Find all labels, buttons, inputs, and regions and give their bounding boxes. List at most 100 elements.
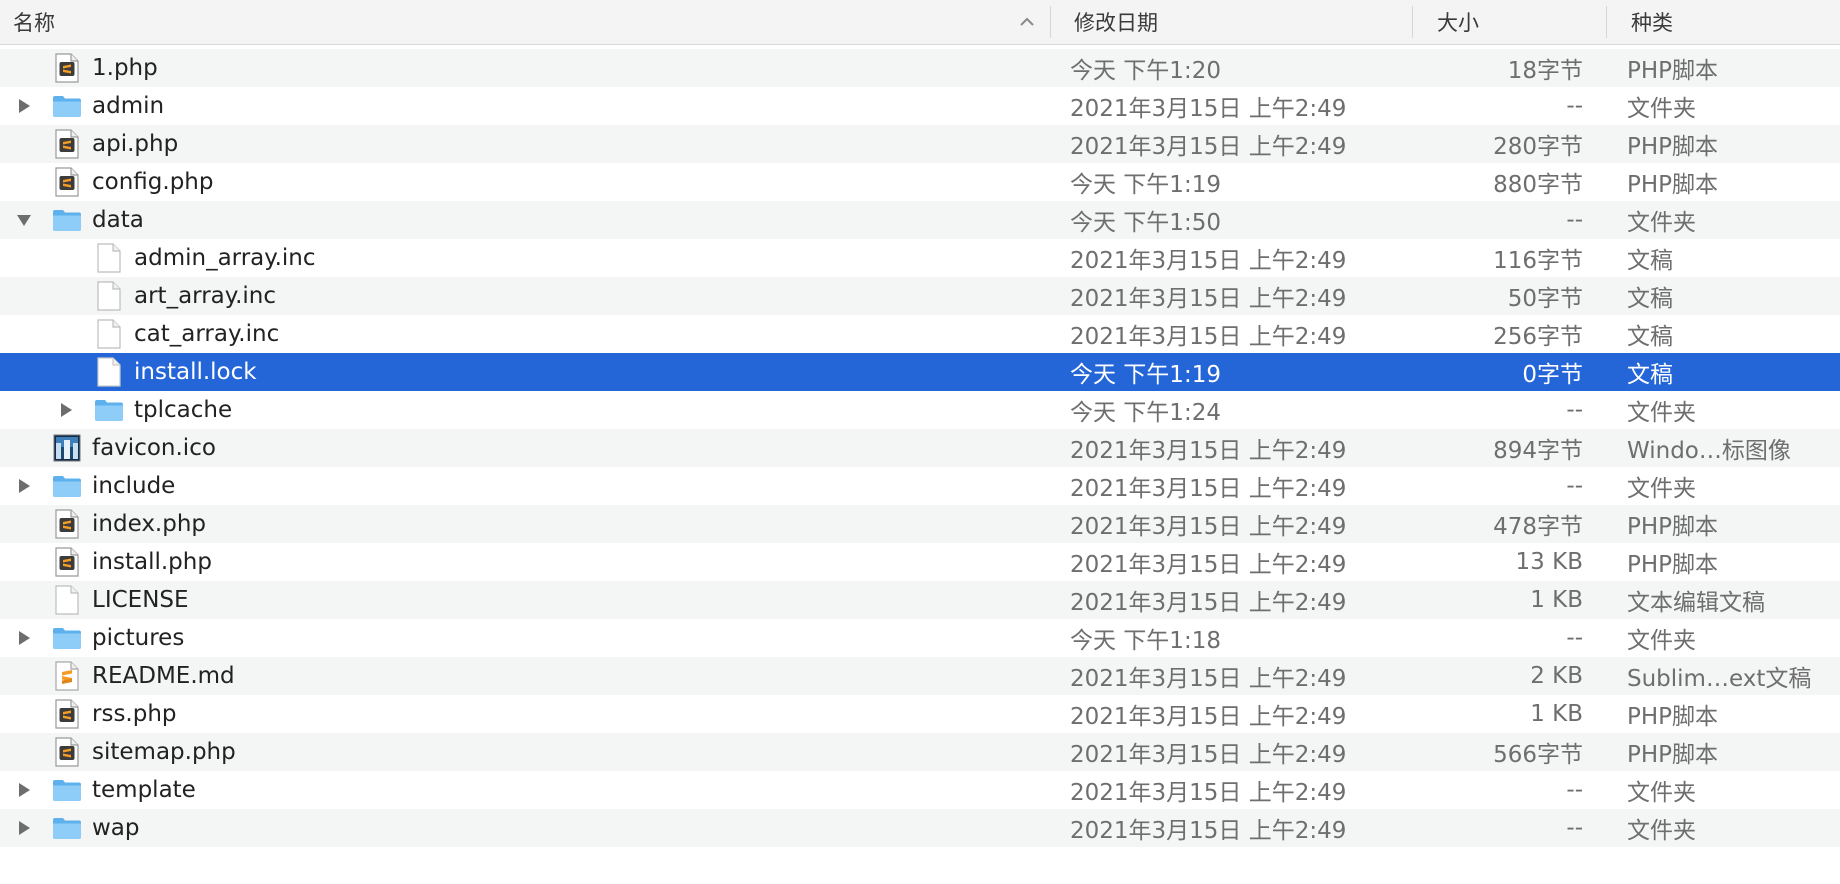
column-header-name[interactable]: 名称 [0,0,1050,44]
document-icon [94,281,124,311]
modified-date: 2021年3月15日 上午2:49 [1070,134,1347,160]
file-name: LICENSE [92,587,189,613]
file-name: pictures [92,625,185,651]
file-row[interactable]: config.php 今天 下午1:19 880字节 PHP脚本 [0,163,1840,201]
folder-icon [52,471,82,501]
modified-date: 2021年3月15日 上午2:49 [1070,780,1347,806]
file-row[interactable]: index.php 2021年3月15日 上午2:49 478字节 PHP脚本 [0,505,1840,543]
file-size: 894字节 [1493,438,1583,464]
file-kind: 文本编辑文稿 [1627,590,1765,616]
folder-icon [94,395,124,425]
modified-date: 2021年3月15日 上午2:49 [1070,476,1347,502]
file-kind: PHP脚本 [1627,58,1719,84]
file-size: -- [1566,207,1583,233]
modified-date: 2021年3月15日 上午2:49 [1070,248,1347,274]
file-row[interactable]: install.lock 今天 下午1:19 0字节 文稿 [0,353,1840,391]
column-header-date[interactable]: 修改日期 [1051,0,1412,44]
file-kind: PHP脚本 [1627,704,1719,730]
file-kind: 文稿 [1627,248,1673,274]
modified-date: 2021年3月15日 上午2:49 [1070,818,1347,844]
file-row[interactable]: cat_array.inc 2021年3月15日 上午2:49 256字节 文稿 [0,315,1840,353]
file-kind: PHP脚本 [1627,514,1719,540]
file-kind: PHP脚本 [1627,742,1719,768]
column-header-size-label: 大小 [1437,11,1479,35]
folder-row[interactable]: include 2021年3月15日 上午2:49 -- 文件夹 [0,467,1840,505]
folder-icon [52,91,82,121]
file-kind: 文件夹 [1627,628,1696,654]
modified-date: 今天 下午1:19 [1070,172,1221,198]
folder-icon [52,775,82,805]
column-header-kind[interactable]: 种类 [1607,0,1840,44]
file-name: art_array.inc [134,283,277,309]
file-kind: 文件夹 [1627,476,1696,502]
php-file-icon [52,509,82,539]
file-size: -- [1566,625,1583,651]
file-size: -- [1566,93,1583,119]
folder-row[interactable]: admin 2021年3月15日 上午2:49 -- 文件夹 [0,87,1840,125]
file-name: tplcache [134,397,233,423]
disclosure-collapsed-icon[interactable] [14,96,34,116]
column-header-size[interactable]: 大小 [1413,0,1606,44]
modified-date: 2021年3月15日 上午2:49 [1070,552,1347,578]
file-kind: PHP脚本 [1627,172,1719,198]
file-row[interactable]: LICENSE 2021年3月15日 上午2:49 1 KB 文本编辑文稿 [0,581,1840,619]
file-name: template [92,777,196,803]
file-row[interactable]: install.php 2021年3月15日 上午2:49 13 KB PHP脚本 [0,543,1840,581]
modified-date: 2021年3月15日 上午2:49 [1070,438,1347,464]
file-row[interactable]: api.php 2021年3月15日 上午2:49 280字节 PHP脚本 [0,125,1840,163]
modified-date: 今天 下午1:20 [1070,58,1221,84]
disclosure-expanded-icon[interactable] [14,210,34,230]
file-name: index.php [92,511,207,537]
file-name: install.lock [134,359,257,385]
file-kind: 文稿 [1627,362,1673,388]
folder-row[interactable]: data 今天 下午1:50 -- 文件夹 [0,201,1840,239]
modified-date: 2021年3月15日 上午2:49 [1070,742,1347,768]
disclosure-collapsed-icon[interactable] [14,818,34,838]
file-name: include [92,473,176,499]
file-kind: Windo…标图像 [1627,438,1791,464]
folder-row[interactable]: pictures 今天 下午1:18 -- 文件夹 [0,619,1840,657]
file-name: admin_array.inc [134,245,316,271]
file-kind: 文稿 [1627,324,1673,350]
document-icon [94,319,124,349]
file-row[interactable]: art_array.inc 2021年3月15日 上午2:49 50字节 文稿 [0,277,1840,315]
file-row[interactable]: favicon.ico 2021年3月15日 上午2:49 894字节 Windo…标… [0,429,1840,467]
sublime-file-icon [52,661,82,691]
disclosure-collapsed-icon[interactable] [56,400,76,420]
file-size: 13 KB [1515,549,1583,575]
folder-row[interactable]: template 2021年3月15日 上午2:49 -- 文件夹 [0,771,1840,809]
modified-date: 2021年3月15日 上午2:49 [1070,324,1347,350]
folder-row[interactable]: tplcache 今天 下午1:24 -- 文件夹 [0,391,1840,429]
file-name: install.php [92,549,212,575]
folder-icon [52,623,82,653]
file-kind: 文件夹 [1627,780,1696,806]
folder-row[interactable]: wap 2021年3月15日 上午2:49 -- 文件夹 [0,809,1840,847]
file-row[interactable]: sitemap.php 2021年3月15日 上午2:49 566字节 PHP脚本 [0,733,1840,771]
file-kind: PHP脚本 [1627,552,1719,578]
file-row[interactable]: rss.php 2021年3月15日 上午2:49 1 KB PHP脚本 [0,695,1840,733]
finder-list-view: 名称 修改日期 大小 种类 1.php 今天 下午1:20 18字节 PHP脚本 ad… [0,0,1840,884]
disclosure-collapsed-icon[interactable] [14,476,34,496]
file-name: cat_array.inc [134,321,280,347]
php-file-icon [52,737,82,767]
document-icon [52,585,82,615]
file-kind: PHP脚本 [1627,134,1719,160]
file-row[interactable]: README.md 2021年3月15日 上午2:49 2 KB Sublim…ext… [0,657,1840,695]
file-size: -- [1566,397,1583,423]
folder-icon [52,205,82,235]
file-size: 50字节 [1507,286,1583,312]
file-name: 1.php [92,55,158,81]
file-list: 1.php 今天 下午1:20 18字节 PHP脚本 admin 2021年3月15日 … [0,49,1840,847]
file-name: README.md [92,663,235,689]
file-row[interactable]: 1.php 今天 下午1:20 18字节 PHP脚本 [0,49,1840,87]
sort-ascending-icon[interactable] [1019,14,1035,30]
file-kind: Sublim…ext文稿 [1627,666,1812,692]
file-size: -- [1566,815,1583,841]
file-size: 566字节 [1493,742,1583,768]
disclosure-collapsed-icon[interactable] [14,628,34,648]
file-size: 116字节 [1493,248,1583,274]
disclosure-collapsed-icon[interactable] [14,780,34,800]
file-row[interactable]: admin_array.inc 2021年3月15日 上午2:49 116字节 文稿 [0,239,1840,277]
file-size: 0字节 [1522,362,1583,388]
file-name: config.php [92,169,214,195]
